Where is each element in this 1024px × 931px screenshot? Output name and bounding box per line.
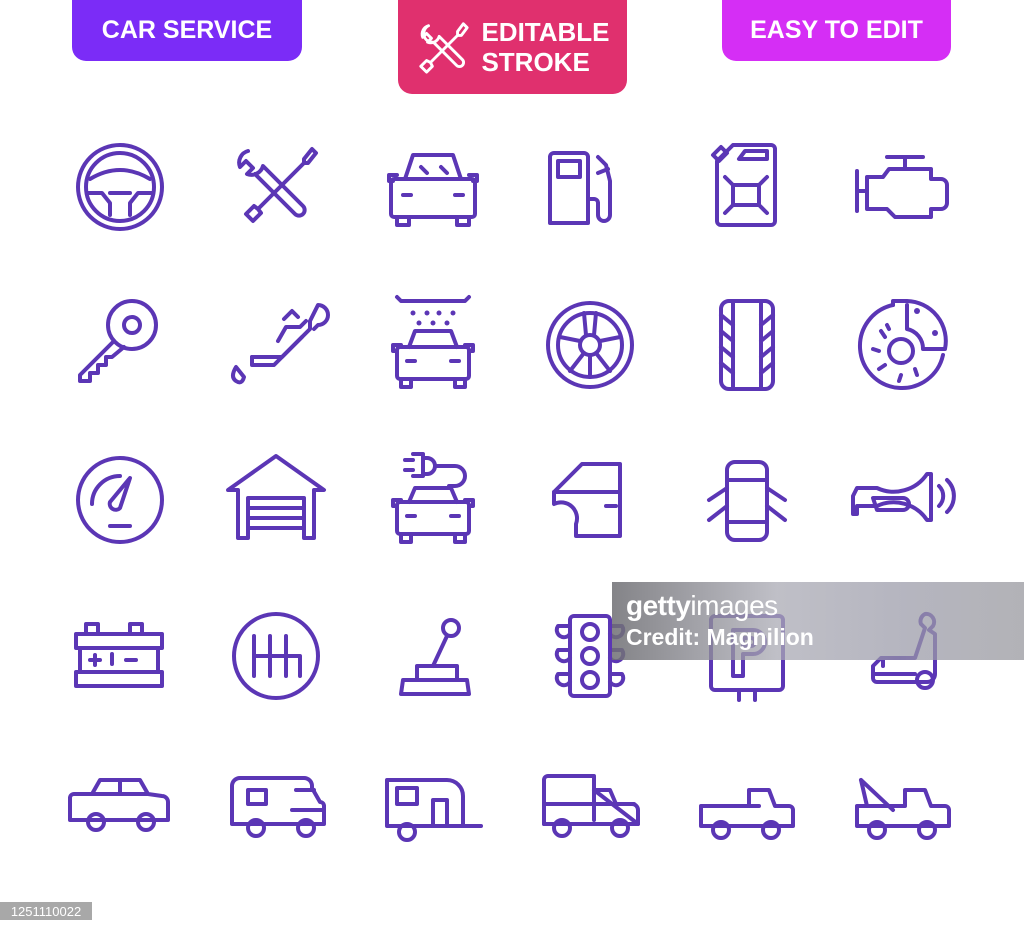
wheel-rim-icon — [540, 295, 640, 395]
pickup-truck-icon — [697, 760, 797, 860]
getty-images-watermark: gettyimages Credit: Magnilion — [612, 582, 1024, 660]
delivery-truck-icon — [540, 760, 640, 860]
easy-to-edit-badge: EASY TO EDIT — [722, 0, 951, 61]
oil-can-icon — [226, 295, 330, 395]
badge-label-line2: STROKE — [481, 47, 590, 77]
jerrycan-icon — [697, 137, 797, 237]
tow-truck-icon — [853, 760, 953, 860]
sedan-icon — [68, 760, 170, 860]
gear-shift-lever-icon — [383, 608, 483, 708]
fuel-pump-icon — [540, 137, 640, 237]
car-doors-open-icon — [697, 450, 797, 550]
badge-label-line1: EDITABLE — [481, 17, 610, 47]
car-battery-icon — [70, 608, 170, 708]
car-service-badge: CAR SERVICE — [72, 0, 302, 61]
car-wash-icon — [383, 295, 483, 395]
watermark-credit: Credit: Magnilion — [626, 624, 814, 650]
electric-car-icon — [383, 450, 483, 550]
wrench-screwdriver-icon — [419, 22, 470, 74]
engine-icon — [853, 137, 953, 237]
manual-gearbox-icon — [226, 608, 326, 708]
badge-label: EASY TO EDIT — [750, 16, 923, 44]
caravan-trailer-icon — [383, 760, 483, 860]
brand-bold-text: getty — [626, 590, 691, 621]
garage-icon — [226, 450, 326, 550]
editable-stroke-badge: EDITABLE STROKE — [398, 0, 627, 94]
brand-light-text: images — [690, 590, 778, 621]
disc-brake-icon — [853, 295, 953, 395]
car-front-icon — [383, 137, 483, 237]
image-id-label: 1251110022 — [0, 902, 92, 920]
car-key-icon — [70, 295, 170, 395]
camper-van-icon — [226, 760, 326, 860]
wrench-screwdriver-icon — [226, 137, 326, 237]
tire-tread-icon — [697, 295, 797, 395]
watermark-brand: gettyimages — [626, 590, 778, 622]
badge-label: CAR SERVICE — [101, 16, 273, 44]
speedometer-icon — [70, 450, 170, 550]
car-door-icon — [540, 450, 640, 550]
car-horn-icon — [851, 450, 956, 550]
steering-wheel-icon — [70, 137, 170, 237]
